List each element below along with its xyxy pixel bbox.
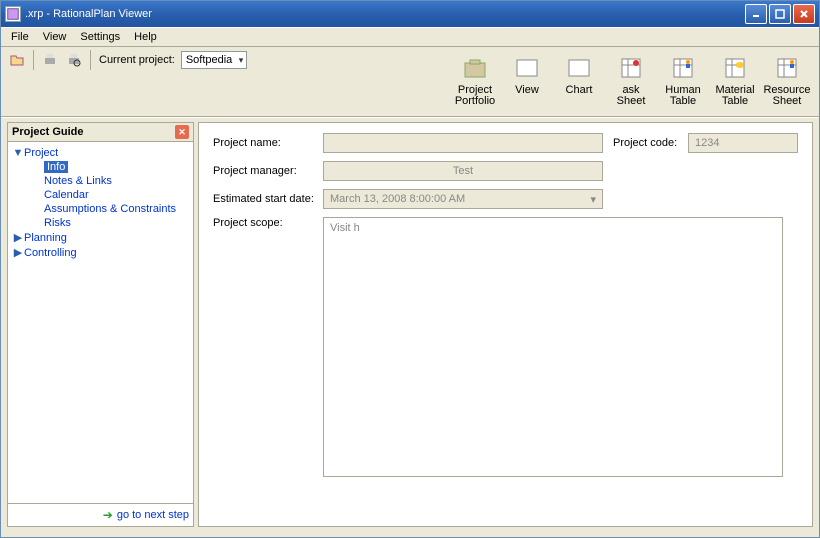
collapse-arrow-icon: ▶ [12,231,24,244]
project-guide-panel: Project Guide ✕ ▼Project Info Notes & Li… [7,122,194,527]
guide-footer: ➔ go to next step [8,503,193,526]
toolbar-btn-label: Chart [566,85,593,96]
row-scope: Project scope: Visit h [213,217,798,477]
tree-item-notes[interactable]: Notes & Links [12,174,189,188]
toolbar-btn-portfolio[interactable]: Project Portfolio [449,51,501,109]
main-form: Project name: Project code: 1234 Project… [198,122,813,527]
manager-label: Project manager: [213,165,323,177]
close-button[interactable] [793,4,815,24]
project-code-label: Project code: [613,137,688,149]
toolbar-btn-material-table[interactable]: Material Table [709,51,761,109]
window-controls [745,4,815,24]
toolbar-separator [90,50,91,70]
menu-file[interactable]: File [5,29,35,45]
app-icon [5,6,21,22]
row-date: Estimated start date: March 13, 2008 8:0… [213,189,798,209]
tree-item-info[interactable]: Info [12,160,189,174]
maximize-button[interactable] [769,4,791,24]
toolbar-btn-label: View [515,85,539,96]
menu-view[interactable]: View [37,29,73,45]
project-name-field[interactable] [323,133,603,153]
row-manager: Project manager: Test [213,161,798,181]
toolbar-right: Project Portfolio View Chart ask Sheet H… [449,51,813,109]
app-window: .xrp - RationalPlan Viewer File View Set… [0,0,820,538]
expand-arrow-icon: ▼ [12,147,24,159]
current-project-value: Softpedia [186,54,232,66]
project-name-label: Project name: [213,137,323,149]
guide-tree: ▼Project Info Notes & Links Calendar Ass… [8,142,193,503]
content-area: Project Guide ✕ ▼Project Info Notes & Li… [1,117,819,537]
human-table-icon [668,53,698,83]
menubar: File View Settings Help [1,27,819,47]
collapse-arrow-icon: ▶ [12,246,24,259]
toolbar-left: Current project: Softpedia [7,49,247,71]
open-icon[interactable] [7,50,27,70]
tree-item-planning[interactable]: ▶Planning [12,230,189,245]
print-preview-icon[interactable] [64,50,84,70]
manager-field[interactable]: Test [323,161,603,181]
tree-item-controlling[interactable]: ▶Controlling [12,245,189,260]
next-step-link[interactable]: go to next step [117,509,189,521]
toolbar-btn-chart[interactable]: Chart [553,51,605,109]
sheet-icon [616,53,646,83]
toolbar-btn-label: Project Portfolio [455,85,495,107]
print-icon[interactable] [40,50,60,70]
view-icon [512,53,542,83]
window-title: .xrp - RationalPlan Viewer [25,8,745,20]
date-label: Estimated start date: [213,193,323,205]
titlebar: .xrp - RationalPlan Viewer [1,1,819,27]
tree-item-project[interactable]: ▼Project [12,146,189,160]
material-table-icon [720,53,750,83]
menu-settings[interactable]: Settings [74,29,126,45]
project-code-field[interactable]: 1234 [688,133,798,153]
row-project-name: Project name: Project code: 1234 [213,133,798,153]
toolbar-btn-label: ask Sheet [617,85,646,107]
toolbar: Current project: Softpedia Project Portf… [1,47,819,117]
menu-help[interactable]: Help [128,29,163,45]
tree-item-risks[interactable]: Risks [12,216,189,230]
guide-title: Project Guide [12,126,84,138]
toolbar-btn-label: Resource Sheet [763,85,810,107]
next-arrow-icon: ➔ [103,508,113,522]
current-project-select[interactable]: Softpedia [181,51,247,69]
guide-header: Project Guide ✕ [8,123,193,142]
toolbar-btn-human-table[interactable]: Human Table [657,51,709,109]
chart-icon [564,53,594,83]
toolbar-separator [33,50,34,70]
tree-item-assumptions[interactable]: Assumptions & Constraints [12,202,189,216]
minimize-button[interactable] [745,4,767,24]
toolbar-btn-resource-sheet[interactable]: Resource Sheet [761,51,813,109]
toolbar-btn-ask-sheet[interactable]: ask Sheet [605,51,657,109]
resource-sheet-icon [772,53,802,83]
scope-textarea[interactable]: Visit h [323,217,783,477]
date-field[interactable]: March 13, 2008 8:00:00 AM [323,189,603,209]
toolbar-btn-label: Human Table [665,85,700,107]
toolbar-btn-label: Material Table [715,85,754,107]
portfolio-icon [460,53,490,83]
scope-label: Project scope: [213,217,323,229]
guide-close-icon[interactable]: ✕ [175,125,189,139]
current-project-label: Current project: [99,54,175,66]
toolbar-btn-view[interactable]: View [501,51,553,109]
tree-item-calendar[interactable]: Calendar [12,188,189,202]
